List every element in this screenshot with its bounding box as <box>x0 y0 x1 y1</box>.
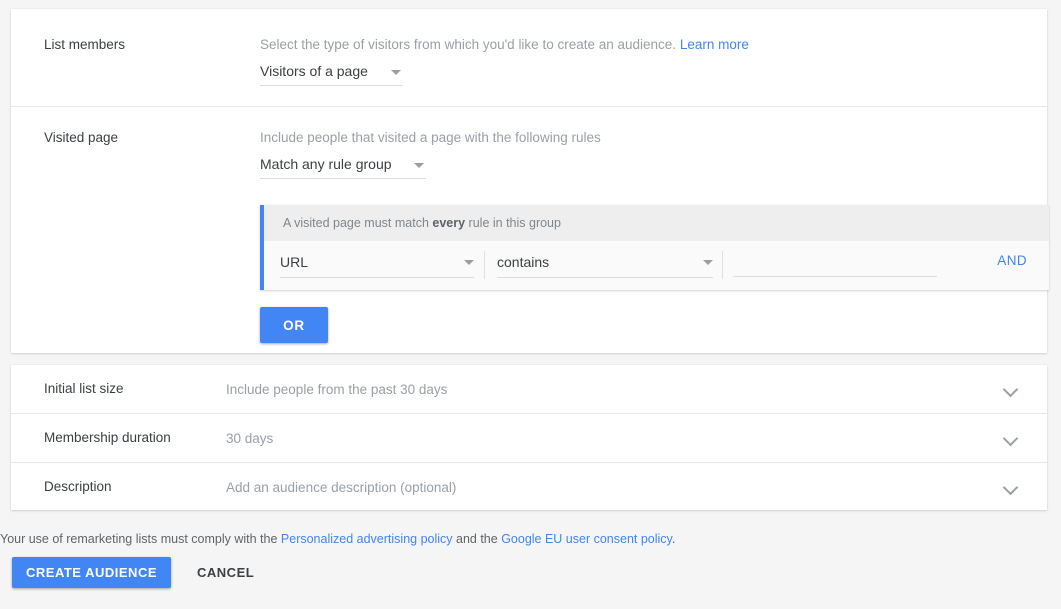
rule-group-header-text: A visited page must match every rule in … <box>283 216 561 230</box>
chevron-down-icon <box>414 163 424 168</box>
field-separator <box>722 251 723 279</box>
initial-list-size-value: Include people from the past 30 days <box>226 382 1001 397</box>
or-button[interactable]: OR <box>260 307 328 343</box>
rule-group-match-select-value: Match any rule group <box>260 156 392 172</box>
policy-notice-prefix: Your use of remarketing lists must compl… <box>0 532 281 546</box>
list-members-select[interactable]: Visitors of a page <box>260 62 403 86</box>
rule-group: A visited page must match every rule in … <box>260 205 1049 290</box>
collapse-row-initial-list-size[interactable]: Initial list size Include people from th… <box>11 365 1047 413</box>
initial-list-size-label: Initial list size <box>11 380 226 398</box>
chevron-down-icon[interactable] <box>1001 378 1023 400</box>
description-label: Description <box>11 478 226 496</box>
audience-builder-page: List members Select the type of visitors… <box>0 0 1061 609</box>
audience-settings-card: List members Select the type of visitors… <box>11 9 1047 353</box>
list-members-description: Select the type of visitors from which y… <box>260 36 749 54</box>
audience-options-card: Initial list size Include people from th… <box>11 365 1047 510</box>
create-audience-button[interactable]: CREATE AUDIENCE <box>12 557 171 588</box>
description-value: Add an audience description (optional) <box>226 480 1001 495</box>
collapse-row-description[interactable]: Description Add an audience description … <box>11 462 1047 511</box>
rule-group-header-emphasis: every <box>432 216 465 230</box>
rule-group-match-select[interactable]: Match any rule group <box>260 155 426 179</box>
chevron-down-icon <box>703 260 713 265</box>
chevron-down-icon[interactable] <box>1001 427 1023 449</box>
list-members-label: List members <box>11 9 226 107</box>
footer-actions: CREATE AUDIENCE CANCEL <box>12 557 262 588</box>
membership-duration-label: Membership duration <box>11 429 226 447</box>
policy-notice: Your use of remarketing lists must compl… <box>0 531 675 547</box>
rule-row: URL contains AND <box>264 241 1049 290</box>
rule-type-select[interactable]: URL <box>280 254 474 278</box>
rule-type-select-value: URL <box>280 254 308 270</box>
visited-page-description: Include people that visited a page with … <box>260 129 601 147</box>
list-members-select-value: Visitors of a page <box>260 63 368 79</box>
rule-and-button[interactable]: AND <box>997 253 1027 268</box>
personalized-advertising-policy-link[interactable]: Personalized advertising policy <box>281 532 453 546</box>
membership-duration-value: 30 days <box>226 431 1001 446</box>
learn-more-link[interactable]: Learn more <box>680 37 749 52</box>
rule-group-header: A visited page must match every rule in … <box>264 205 1049 241</box>
rule-value-field[interactable] <box>733 254 937 277</box>
google-eu-user-consent-policy-link[interactable]: Google EU user consent policy <box>501 532 672 546</box>
section-list-members: List members Select the type of visitors… <box>11 9 1047 107</box>
visited-page-label: Visited page <box>11 107 226 353</box>
cancel-button[interactable]: CANCEL <box>189 559 262 586</box>
chevron-down-icon[interactable] <box>1001 476 1023 498</box>
rule-group-header-suffix: rule in this group <box>465 216 561 230</box>
chevron-down-icon <box>464 260 474 265</box>
rule-group-header-prefix: A visited page must match <box>283 216 432 230</box>
policy-notice-middle: and the <box>453 532 502 546</box>
collapse-row-membership-duration[interactable]: Membership duration 30 days <box>11 413 1047 462</box>
rule-value-input[interactable] <box>733 254 937 274</box>
field-separator <box>484 251 485 279</box>
chevron-down-icon <box>391 70 401 75</box>
policy-notice-suffix: . <box>672 532 675 546</box>
rule-operator-select[interactable]: contains <box>497 254 713 278</box>
rule-operator-select-value: contains <box>497 254 549 270</box>
list-members-description-text: Select the type of visitors from which y… <box>260 37 676 52</box>
